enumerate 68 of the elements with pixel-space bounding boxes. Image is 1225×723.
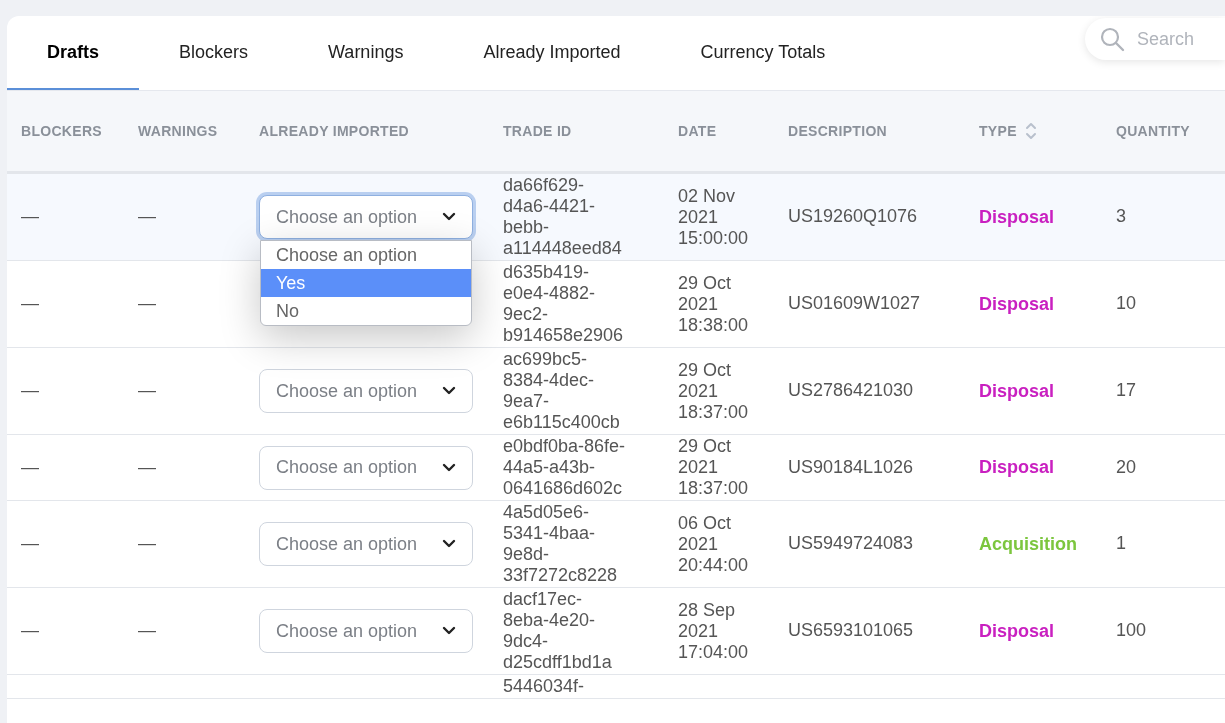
table-cell: 100 bbox=[1116, 620, 1147, 640]
table-cell: 3 bbox=[1116, 206, 1126, 226]
table-cell-text: 29 Oct 2021 18:37:00 bbox=[678, 359, 750, 423]
table-cell: 1 bbox=[1116, 533, 1126, 553]
table-cell-text: 29 Oct 2021 18:38:00 bbox=[678, 272, 750, 336]
column-header: BLOCKERS bbox=[21, 121, 102, 141]
search-icon bbox=[1099, 26, 1125, 52]
table-cell: — bbox=[138, 293, 156, 313]
tab[interactable]: Warnings bbox=[288, 16, 444, 90]
table-cell-text: 28 Sep 2021 17:04:00 bbox=[678, 599, 750, 663]
search-input[interactable]: Search bbox=[1137, 25, 1225, 53]
type-label: Disposal bbox=[979, 457, 1055, 477]
table-cell: — bbox=[21, 620, 39, 640]
chevron-down-icon bbox=[442, 462, 456, 473]
type-label: Disposal bbox=[979, 380, 1055, 401]
option-select[interactable]: Choose an option bbox=[259, 445, 473, 490]
tab[interactable]: Currency Totals bbox=[660, 16, 866, 90]
option-select[interactable]: Choose an option bbox=[259, 195, 473, 239]
table-cell: US90184L1026 bbox=[788, 456, 914, 477]
column-header: TRADE ID bbox=[503, 121, 572, 141]
option-select[interactable]: Choose an option bbox=[259, 369, 473, 413]
table-cell: — bbox=[138, 533, 156, 553]
search-field[interactable]: Search bbox=[1085, 18, 1225, 60]
table-cell: — bbox=[21, 533, 39, 553]
type-label: Acquisition bbox=[979, 533, 1077, 554]
column-header: WARNINGS bbox=[138, 121, 218, 141]
chevron-down-icon bbox=[442, 626, 456, 636]
column-header: ALREADY IMPORTED bbox=[259, 121, 409, 141]
table-cell: 17 bbox=[1116, 380, 1137, 400]
chevron-down-icon bbox=[442, 539, 456, 549]
column-header[interactable]: TYPE bbox=[979, 120, 1017, 142]
table-cell: US5949724083 bbox=[788, 533, 914, 553]
dropdown-option[interactable]: Choose an option bbox=[261, 241, 471, 269]
type-label: Disposal bbox=[979, 293, 1055, 314]
table-cell-text: 29 Oct 2021 18:37:00 bbox=[678, 436, 750, 499]
table-cell-text: 06 Oct 2021 20:44:00 bbox=[678, 512, 750, 576]
table-cell: — bbox=[138, 620, 156, 640]
table-cell: e0bdf0ba-86fe-44a5-a43b-0641686d602c bbox=[503, 436, 627, 499]
table-cell: US01609W1027 bbox=[788, 293, 921, 313]
table-cell: — bbox=[138, 380, 156, 400]
table-cell: — bbox=[21, 206, 39, 226]
type-label: Disposal bbox=[979, 620, 1055, 641]
option-select[interactable]: Choose an option bbox=[259, 522, 473, 566]
chevron-down-icon bbox=[442, 386, 456, 396]
column-header: DESCRIPTION bbox=[788, 121, 887, 141]
table-cell: — bbox=[21, 380, 39, 400]
dropdown-option[interactable]: Yes bbox=[261, 269, 471, 297]
tab[interactable]: Blockers bbox=[139, 16, 289, 90]
table-cell: — bbox=[21, 456, 39, 477]
table-cell-text: 5446034f- bbox=[503, 676, 586, 697]
type-label: Disposal bbox=[979, 206, 1055, 227]
column-header: QUANTITY bbox=[1116, 121, 1190, 141]
table-cell: — bbox=[21, 293, 39, 313]
table-cell: US6593101065 bbox=[788, 620, 914, 640]
table-cell: 10 bbox=[1116, 293, 1137, 313]
column-header: DATE bbox=[678, 121, 717, 141]
table-cell: US19260Q1076 bbox=[788, 206, 918, 226]
chevron-down-icon bbox=[442, 212, 456, 222]
table-cell: 20 bbox=[1116, 456, 1137, 477]
dropdown-option[interactable]: No bbox=[261, 297, 471, 325]
option-select[interactable]: Choose an option bbox=[259, 609, 473, 653]
table-cell: — bbox=[138, 206, 156, 226]
sort-icon[interactable] bbox=[1024, 121, 1037, 141]
tab[interactable]: Already Imported bbox=[443, 16, 661, 90]
table-cell-text: dacf17ec-8eba-4e20-9dc4-d25cdff1bd1a bbox=[503, 589, 613, 673]
table-cell: — bbox=[138, 456, 156, 477]
table-cell: US2786421030 bbox=[788, 380, 914, 400]
table-cell-text: 02 Nov 2021 15:00:00 bbox=[678, 185, 750, 249]
